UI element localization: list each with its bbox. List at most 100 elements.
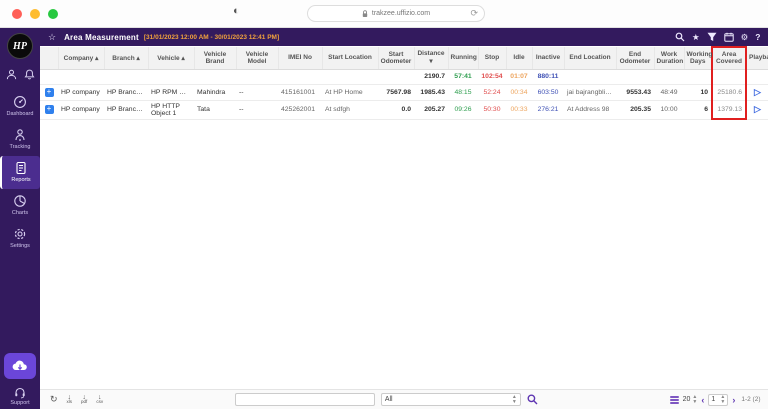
schedule-calendar-icon[interactable] <box>723 32 734 42</box>
playback-button[interactable]: ▷ <box>754 104 761 114</box>
select-stepper-icon: ▲ ▼ <box>720 393 726 405</box>
cell-work-duration: 48:49 <box>654 84 684 101</box>
dashboard-icon <box>14 96 26 108</box>
column-header-stop[interactable]: Stop <box>478 47 507 70</box>
sidebar-item-charts[interactable]: Charts <box>0 189 40 222</box>
zoom-window-button[interactable] <box>48 8 58 19</box>
expand-row-button[interactable]: + <box>44 87 54 97</box>
reload-icon[interactable]: ⟳ <box>470 8 478 19</box>
filter-icon[interactable] <box>707 32 717 42</box>
next-page-button[interactable]: › <box>732 395 735 405</box>
summary-cell <box>564 69 616 85</box>
column-header-end-odometer[interactable]: End Odometer <box>616 47 655 70</box>
sidebar-item-tracking[interactable]: Tracking <box>0 123 40 156</box>
address-bar[interactable]: trakzee.uffizio.com ⟳ <box>307 5 485 22</box>
summary-cell <box>148 69 194 85</box>
column-header-idle[interactable]: Idle <box>506 47 533 70</box>
cell-vehicle-brand: Mahindra <box>194 84 236 101</box>
cell-stop: 50:30 <box>478 100 506 120</box>
search-icon[interactable] <box>675 32 685 42</box>
gear-icon[interactable]: ⚙ <box>741 33 749 42</box>
refresh-icon[interactable]: ↻ <box>50 394 58 405</box>
column-header-vehicle[interactable]: Vehicle ▴ <box>148 47 195 70</box>
sidebar-item-settings[interactable]: Settings <box>0 222 40 255</box>
playback-button[interactable]: ▷ <box>754 87 761 97</box>
search-column-select[interactable]: All ▲ ▼ <box>380 393 521 406</box>
column-header-branch[interactable]: Branch ▴ <box>104 47 149 70</box>
column-header-working-days[interactable]: Working Days <box>684 47 713 70</box>
settings-gear-icon <box>14 228 26 240</box>
summary-cell <box>194 69 236 85</box>
table-row: + HP company HP Branch 1 HP RPM Object 1… <box>40 84 768 101</box>
export-xls-button[interactable]: ↓ xls <box>67 394 73 405</box>
column-header-vehicle-model[interactable]: Vehicle Model <box>236 47 279 70</box>
reader-mode-icon[interactable]: ◐ <box>233 5 240 17</box>
cell-company: HP company <box>58 100 104 120</box>
column-header-expand <box>40 47 59 70</box>
cell-vehicle: HP RPM Object 1 <box>148 84 194 101</box>
user-icon[interactable] <box>6 69 17 80</box>
download-manager-button[interactable] <box>4 353 36 379</box>
tracking-icon <box>15 129 25 141</box>
column-header-playback: Playback <box>746 47 768 70</box>
rows-per-page-icon[interactable] <box>669 395 679 404</box>
column-header-end-location[interactable]: End Location <box>564 47 617 70</box>
previous-page-button[interactable]: ‹ <box>701 395 704 405</box>
company-logo[interactable]: HP <box>7 33 33 59</box>
summary-cell <box>278 69 322 85</box>
url-text: trakzee.uffizio.com <box>371 10 431 17</box>
column-header-start-location[interactable]: Start Location <box>322 47 379 70</box>
sidebar-item-label: Settings <box>10 243 30 249</box>
column-header-distance[interactable]: Distance ▾ <box>414 47 449 70</box>
cell-start-location: At sdfgh <box>322 100 378 120</box>
close-window-button[interactable] <box>12 8 22 19</box>
star-icon[interactable]: ★ <box>692 33 700 42</box>
table-row: + HP company HP Branch 5 HP HTTP Object … <box>40 100 768 120</box>
cell-stop: 52:24 <box>478 84 506 101</box>
export-csv-button[interactable]: ↓ csv <box>96 394 103 405</box>
export-pdf-button[interactable]: ↓ pdf <box>81 394 87 405</box>
notifications-bell-icon[interactable] <box>24 69 35 80</box>
column-header-company[interactable]: Company ▴ <box>58 47 105 70</box>
cell-vehicle-brand: Tata <box>194 100 236 120</box>
table-search-input[interactable] <box>234 393 375 406</box>
cell-working-days: 6 <box>684 100 712 120</box>
minimize-window-button[interactable] <box>30 8 40 19</box>
cell-working-days: 10 <box>684 84 712 101</box>
date-range-label[interactable]: [31/01/2023 12:00 AM - 30/01/2023 12:41 … <box>144 34 279 41</box>
summary-row: 2190.7 57:41 102:54 01:07 880:11 <box>40 69 768 85</box>
expand-row-button[interactable]: + <box>44 105 54 114</box>
cell-imei: 425262001 <box>278 100 322 120</box>
sidebar-item-label: Tracking <box>9 144 31 150</box>
sidebar-item-dashboard[interactable]: Dashboard <box>0 90 40 123</box>
page-title: Area Measurement <box>64 32 139 42</box>
column-header-imei[interactable]: IMEI No <box>278 47 323 70</box>
cell-start-odometer: 0.0 <box>378 100 414 120</box>
sidebar-item-label: Reports <box>11 177 31 183</box>
column-header-inactive[interactable]: Inactive <box>532 47 565 70</box>
cell-running: 48:15 <box>448 84 478 101</box>
column-header-work-duration[interactable]: Work Duration <box>654 47 685 70</box>
column-header-start-odometer[interactable]: Start Odometer <box>378 47 415 70</box>
column-header-vehicle-brand[interactable]: Vehicle Brand <box>194 47 237 70</box>
page-number-input[interactable]: 1 ▲ ▼ <box>708 393 729 406</box>
favorite-star-icon[interactable]: ☆ <box>48 32 56 43</box>
summary-cell <box>236 69 278 85</box>
search-submit-icon[interactable] <box>527 394 538 405</box>
column-header-area-covered[interactable]: Area Covered <box>711 46 747 70</box>
sidebar-item-label: Dashboard <box>6 111 34 117</box>
column-header-running[interactable]: Running <box>448 47 479 70</box>
summary-cell <box>684 69 712 85</box>
window-controls <box>12 8 58 19</box>
table-header-row: Company ▴ Branch ▴ Vehicle ▴ Vehicle Bra… <box>40 46 768 70</box>
help-icon[interactable]: ? <box>755 33 760 42</box>
sidebar-item-reports[interactable]: Reports <box>0 156 40 189</box>
report-header: ☆ Area Measurement [31/01/2023 12:00 AM … <box>40 28 768 46</box>
cell-inactive: 603:50 <box>532 84 564 101</box>
record-range-label: 1-2 (2) <box>741 396 761 403</box>
summary-cell <box>654 69 684 85</box>
page-size-select[interactable]: 20 ▲ ▼ <box>683 394 698 405</box>
reports-icon <box>16 161 26 175</box>
cell-end-location: jai bajrangbli bombe ch <box>564 84 616 101</box>
sidebar-item-support[interactable]: Support <box>10 387 30 406</box>
